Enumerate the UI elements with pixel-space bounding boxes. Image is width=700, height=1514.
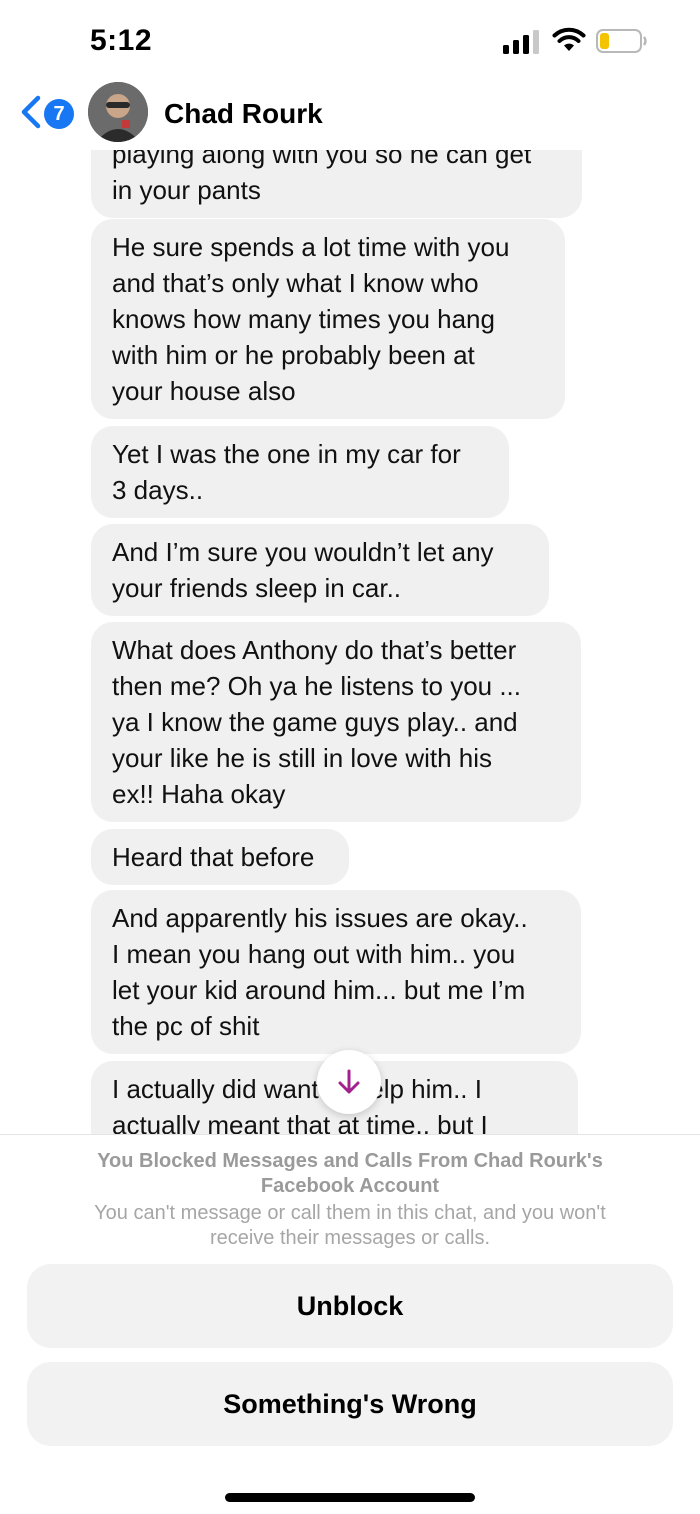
- message-bubble[interactable]: What does Anthony do that’s better then …: [91, 622, 581, 822]
- contact-name[interactable]: Chad Rourk: [164, 98, 323, 130]
- arrow-down-icon: [338, 1069, 360, 1094]
- status-time: 5:12: [90, 24, 153, 57]
- message-bubble[interactable]: Yet I was the one in my car for 3 days..: [91, 426, 509, 518]
- status-bar: 5:12: [0, 0, 700, 80]
- blocked-notice-panel: You Blocked Messages and Calls From Chad…: [0, 1134, 700, 1514]
- wifi-icon: [552, 27, 586, 51]
- home-indicator[interactable]: [225, 1493, 475, 1502]
- unread-count-badge[interactable]: 7: [44, 99, 74, 129]
- message-bubble[interactable]: And apparently his issues are okay.. I m…: [91, 890, 581, 1054]
- chevron-left-icon[interactable]: [18, 94, 44, 130]
- message-bubble[interactable]: And I’m sure you wouldn’t let any your f…: [91, 524, 549, 616]
- cellular-signal-icon: [503, 30, 539, 54]
- blocked-description: You can't message or call them in this c…: [94, 1202, 606, 1249]
- something-wrong-button[interactable]: Something's Wrong: [27, 1362, 673, 1446]
- avatar-image: [88, 82, 148, 142]
- message-bubble[interactable]: He sure spends a lot time with you and t…: [91, 219, 565, 419]
- scroll-to-bottom-button[interactable]: [317, 1050, 381, 1114]
- conversation-header: 7 Chad Rourk: [0, 78, 700, 150]
- message-list[interactable]: playing along with you so he can get in …: [0, 150, 700, 1135]
- message-bubble[interactable]: Heard that before: [91, 829, 349, 885]
- unblock-button[interactable]: Unblock: [27, 1264, 673, 1348]
- battery-icon: [596, 29, 647, 53]
- avatar[interactable]: [88, 82, 148, 142]
- message-bubble[interactable]: playing along with you so he can get in …: [91, 150, 582, 218]
- blocked-title: You Blocked Messages and Calls From Chad…: [97, 1150, 603, 1197]
